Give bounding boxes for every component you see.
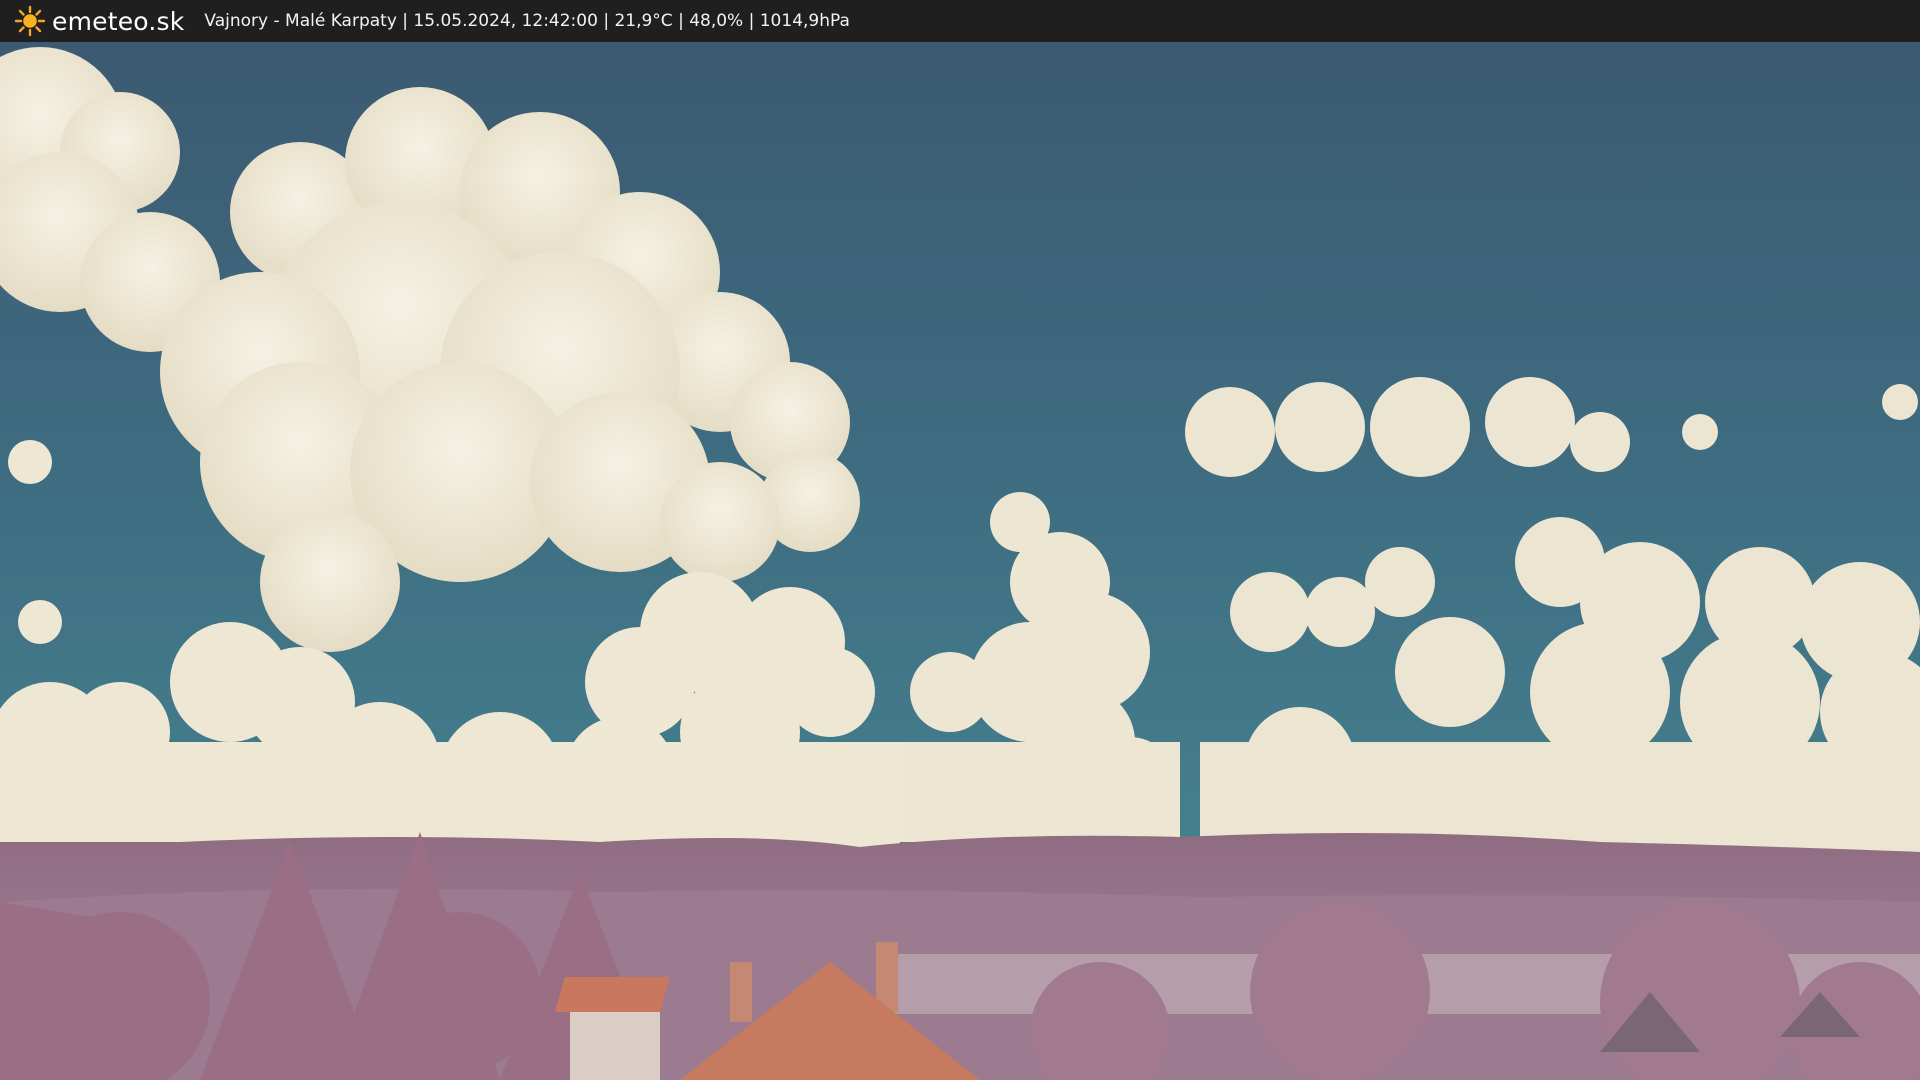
house-left — [555, 977, 670, 1080]
brand-name: emeteo.sk — [52, 6, 185, 36]
webcam-header-bar: emeteo.sk Vajnory - Malé Karpaty | 15.05… — [0, 0, 1920, 42]
brand-logo[interactable]: emeteo.sk — [14, 5, 184, 37]
webcam-image — [0, 42, 1920, 1080]
sun-icon — [14, 5, 46, 37]
weather-caption: Vajnory - Malé Karpaty | 15.05.2024, 12:… — [204, 11, 850, 31]
